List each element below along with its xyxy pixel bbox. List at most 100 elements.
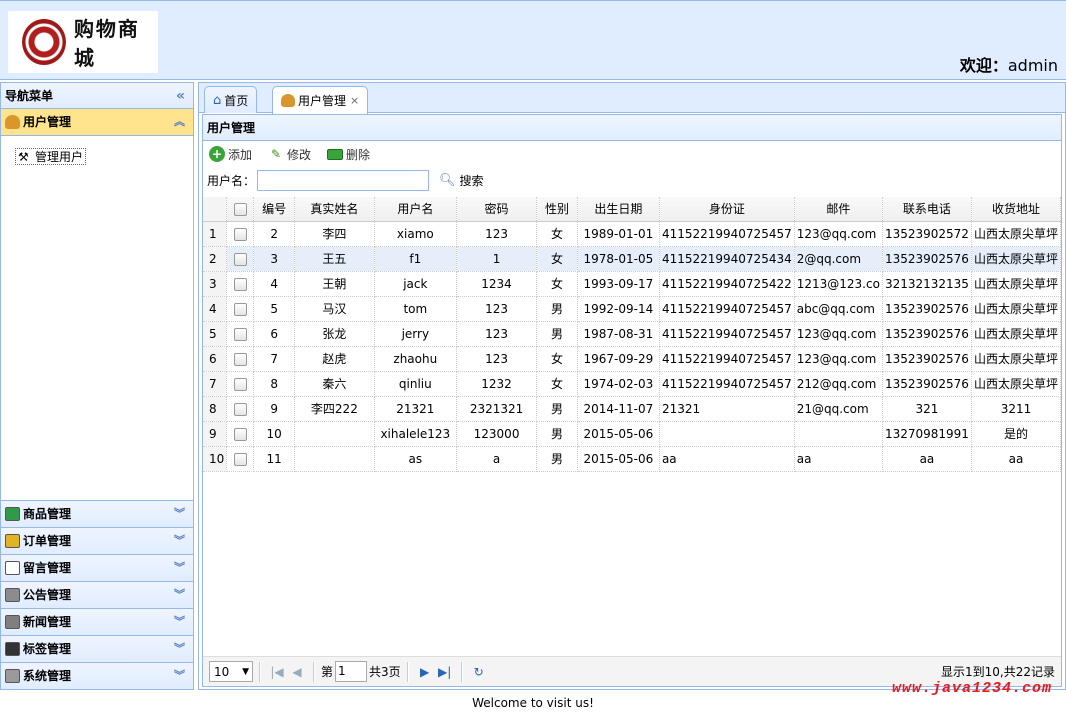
column-header[interactable]: 身份证 [659,197,795,222]
table-cell: 41152219940725457 [659,346,795,372]
chevron-down-icon[interactable]: ︾ [174,501,185,527]
nav-section-label: 商品管理 [23,507,72,521]
row-checkbox-cell[interactable] [226,421,255,447]
chevron-down-icon[interactable]: ︾ [174,663,185,689]
row-checkbox-cell[interactable] [226,371,255,397]
checkbox[interactable] [233,377,247,391]
tab-home[interactable]: ⌂ 首页 [204,86,258,113]
nav-section-label: 标签管理 [23,642,72,656]
row-checkbox-cell[interactable] [226,271,255,297]
nav-section[interactable]: 订单管理 ︾ [1,527,193,554]
table-row[interactable]: 3 4 王朝 jack 1234 女 1993-09-17 41152219940725422… [203,271,1062,297]
checkbox[interactable] [233,352,247,366]
table-row[interactable]: 1 2 李四 xiamo 123 女 1989-01-01 41152219940725457… [203,221,1062,247]
table-cell: 123000 [456,421,538,447]
next-page-icon[interactable]: ▶ [415,665,435,679]
checkbox[interactable] [233,402,247,416]
table-cell: 6 [253,321,295,347]
table-row[interactable]: 6 7 赵虎 zhaohu 123 女 1967-09-29 4115221994072545… [203,346,1062,372]
table-cell: 王五 [294,246,375,272]
delete-button[interactable]: 删除 [327,146,370,163]
checkbox[interactable] [233,202,247,216]
table-row[interactable]: 8 9 李四222 21321 2321321 男 2014-11-07 21321 21@qq… [203,396,1062,422]
chevron-down-icon[interactable]: ︾ [174,528,185,554]
edit-button[interactable]: ✎ 修改 [268,146,311,163]
table-cell: 9 [253,396,295,422]
chevron-down-icon[interactable]: ︾ [174,636,185,662]
nav-section[interactable]: 公告管理 ︾ [1,581,193,608]
checkbox[interactable] [233,302,247,316]
panel-title: 用户管理 [203,115,1061,141]
table-row[interactable]: 2 3 王五 f1 1 女 1978-01-05 41152219940725434 2@qq.… [203,246,1062,272]
table-cell: aa [882,446,972,472]
chevron-down-icon[interactable]: ︾ [174,582,185,608]
table-cell: 李四 [294,221,375,247]
nav-section-user[interactable]: 用户管理 ︽ [1,109,193,136]
select-all-checkbox[interactable] [226,197,255,222]
table-row[interactable]: 5 6 张龙 jerry 123 男 1987-08-31 41152219940725457… [203,321,1062,347]
nav-section[interactable]: 商品管理 ︾ [1,500,193,527]
checkbox[interactable] [233,227,247,241]
tab-label: 用户管理 [298,94,347,108]
row-checkbox-cell[interactable] [226,346,255,372]
welcome-user: admin [1007,56,1058,75]
username-search-input[interactable] [257,169,430,191]
table-cell: 212@qq.com [794,371,883,397]
nav-section[interactable]: 留言管理 ︾ [1,554,193,581]
row-checkbox-cell[interactable] [226,221,255,247]
add-button[interactable]: + 添加 [209,146,252,163]
nav-section[interactable]: 新闻管理 ︾ [1,608,193,635]
chevron-down-icon[interactable]: ︾ [174,555,185,581]
logo-text: 购物商城 [73,17,140,70]
table-cell: 21321 [374,396,457,422]
row-checkbox-cell[interactable] [226,446,255,472]
nav-section[interactable]: 系统管理 ︾ [1,662,193,689]
menu-item-manage-users[interactable]: ⚒ 管理用户 [15,148,87,165]
checkbox[interactable] [233,252,247,266]
collapse-left-icon[interactable]: « [176,83,185,109]
last-page-icon[interactable]: ▶| [435,665,455,679]
tab-user-management[interactable]: 用户管理 × [272,86,369,114]
table-cell: 41152219940725434 [659,246,795,272]
row-checkbox-cell[interactable] [226,396,255,422]
page-number-input[interactable]: 1 [335,661,368,682]
first-page-icon[interactable]: |◀ [267,665,287,679]
column-header[interactable]: 收货地址 [971,197,1062,222]
table-row[interactable]: 9 10 xihalele123 123000 男 2015-05-06 132709819… [203,421,1062,447]
table-cell: as [374,446,457,472]
welcome-label: 欢迎： [959,56,1008,75]
column-header[interactable]: 编号 [253,197,295,222]
page-size-select[interactable]: 10 ▼ [209,661,253,682]
table-cell: 123 [456,321,538,347]
chevron-down-icon[interactable]: ︾ [174,609,185,635]
prev-page-icon[interactable]: ◀ [287,665,307,679]
table-cell: 女 [536,371,578,397]
table-cell: 21321 [659,396,795,422]
checkbox[interactable] [233,427,247,441]
table-cell: 2014-11-07 [577,396,660,422]
column-header[interactable]: 真实姓名 [294,197,375,222]
column-header[interactable]: 出生日期 [577,197,660,222]
close-icon[interactable]: × [350,94,359,107]
nav-section-label: 用户管理 [23,115,72,129]
checkbox[interactable] [233,327,247,341]
column-header[interactable]: 性别 [536,197,578,222]
row-checkbox-cell[interactable] [226,246,255,272]
checkbox[interactable] [233,277,247,291]
column-header[interactable]: 联系电话 [882,197,972,222]
column-header[interactable]: 用户名 [374,197,457,222]
page-prefix: 第 [321,665,334,679]
table-row[interactable]: 10 11 as a 男 2015-05-06 aa aa aa aa [203,446,1062,472]
table-row[interactable]: 4 5 马汉 tom 123 男 1992-09-14 41152219940725457 ab… [203,296,1062,322]
nav-section[interactable]: 标签管理 ︾ [1,635,193,662]
column-header[interactable]: 密码 [456,197,538,222]
row-checkbox-cell[interactable] [226,296,255,322]
search-button[interactable]: 🔍︎ 搜索 [439,172,484,189]
checkbox[interactable] [233,452,247,466]
row-checkbox-cell[interactable] [226,321,255,347]
column-header[interactable]: 邮件 [794,197,883,222]
table-row[interactable]: 7 8 秦六 qinliu 1232 女 1974-02-03 411522199407254… [203,371,1062,397]
chevron-up-icon[interactable]: ︽ [174,109,185,135]
refresh-icon[interactable]: ↻ [469,665,489,679]
row-number: 1 [203,221,228,247]
